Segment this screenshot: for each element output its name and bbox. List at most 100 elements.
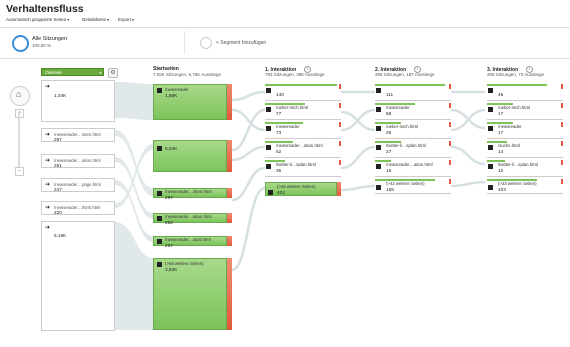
source-value: 251: [54, 163, 62, 168]
node-label: /suche.html: [498, 143, 520, 148]
node-label: (>33 weitere Seiten): [498, 181, 537, 186]
exit-bar: [561, 103, 563, 108]
node-value: 17: [498, 111, 504, 116]
interaction-1-node[interactable]: /newsreader…ation.html 52: [265, 141, 341, 158]
exit-bar: [561, 84, 563, 89]
interaction-3-node[interactable]: 46: [487, 84, 563, 101]
node-value: 252: [165, 220, 173, 225]
source-node[interactable]: ➔/newsreader…ation.html 251: [41, 154, 115, 168]
start-pages-sub: 7,55K Sitzungen, 6,76K Ausstiege: [153, 72, 222, 77]
page-icon: [488, 185, 493, 190]
exit-bar: [339, 160, 341, 165]
exit-bar: [449, 141, 451, 146]
node-label: /newsreader: [276, 124, 300, 129]
node-traffic-bar: [487, 84, 547, 86]
node-value: 297: [165, 195, 173, 200]
node-value: 16: [386, 168, 392, 173]
node-value: 111: [386, 92, 394, 97]
node-label: /newsreader: [386, 105, 410, 110]
flow-start-3-to-i1-5: [231, 166, 266, 202]
start-node[interactable]: /newsreader…start.html 257: [153, 236, 227, 248]
interaction-3-sub: 208 Sitzungen, 73 Ausstiege: [487, 72, 545, 77]
node-value: 5,04K: [165, 146, 178, 151]
exit-bar[interactable]: [227, 188, 232, 198]
exit-bar: [561, 160, 563, 165]
page-icon: [157, 191, 162, 196]
exit-bar[interactable]: [227, 84, 232, 120]
interaction-1-node[interactable]: (>45 weitere Seiten) 402: [265, 182, 337, 196]
page-icon: [376, 88, 381, 93]
interaction-3-node[interactable]: /ueber-mich.html 17: [487, 103, 563, 120]
page-icon: [376, 126, 381, 131]
page-icon: [266, 164, 271, 169]
entry-arrow-icon: ➔: [45, 84, 51, 90]
exit-bar: [339, 141, 341, 146]
start-node[interactable]: /newsreader…ation.html 252: [153, 213, 227, 225]
interaction-3-node[interactable]: /twitter-li…splan.html 12: [487, 160, 563, 177]
start-node[interactable]: /newsreader…inten.html 297: [153, 188, 227, 200]
node-value: 26: [386, 130, 392, 135]
node-value: 14: [498, 149, 504, 154]
node-value: 27: [386, 149, 392, 154]
interaction-1-node[interactable]: 140: [265, 84, 341, 101]
interaction-1-node[interactable]: /twitter-li…splan.html 36: [265, 160, 341, 177]
node-value: 73: [276, 130, 282, 135]
interaction-3-node[interactable]: (>33 weitere Seiten) 103: [487, 179, 563, 194]
node-label: /newsreader…start.html: [165, 237, 211, 242]
source-node[interactable]: ➔ 1,34K: [41, 80, 115, 122]
flow-source-1: [115, 82, 153, 120]
source-node[interactable]: ➔/newsreader…inten.html 297: [41, 128, 115, 142]
node-label: /newsreader…ation.html: [386, 162, 433, 167]
interaction-2-node[interactable]: /ueber-mich.html 26: [375, 122, 451, 139]
interaction-2-node[interactable]: /twitter-li…splan.html 27: [375, 141, 451, 158]
node-value: 46: [498, 92, 504, 97]
page-icon: [376, 145, 381, 150]
flow-i1-6-to-i2-6: [340, 184, 376, 192]
node-label: /newsreader…ation.html: [165, 214, 212, 219]
node-label: /ueber-mich.html: [276, 105, 308, 110]
source-node[interactable]: ➔/newsreader…page.html 247: [41, 178, 115, 192]
exit-bar[interactable]: [227, 258, 232, 330]
interaction-2-node[interactable]: /newsreader…ation.html 16: [375, 160, 451, 177]
interaction-2-node[interactable]: /newsreader 58: [375, 103, 451, 120]
source-value: 247: [54, 187, 62, 192]
source-node[interactable]: ➔ 5,19K: [41, 221, 115, 331]
interaction-3-node[interactable]: /suche.html 14: [487, 141, 563, 158]
page-icon: [488, 164, 493, 169]
exit-bar: [339, 84, 341, 89]
page-icon: [266, 88, 271, 93]
page-icon: [266, 107, 271, 112]
node-value: 155: [386, 187, 394, 192]
start-node[interactable]: /newsreader 1,88K: [153, 84, 227, 120]
node-label: /twitter-li…splan.html: [386, 143, 426, 148]
exit-bar[interactable]: [227, 140, 232, 172]
exit-bar: [339, 103, 341, 108]
exit-bar[interactable]: [227, 213, 232, 223]
interaction-1-node[interactable]: /newsreader 73: [265, 122, 341, 139]
node-value: 257: [165, 243, 173, 248]
page-icon: [157, 216, 162, 221]
start-node[interactable]: (>58 weitere Seiten) 3,52K: [153, 258, 227, 330]
node-value: 1,88K: [165, 93, 178, 98]
exit-bar[interactable]: [337, 182, 341, 196]
interaction-1-node[interactable]: /ueber-mich.html 77: [265, 103, 341, 120]
node-label: /newsreader…ation.html: [276, 143, 323, 148]
node-label: /twitter-li…splan.html: [498, 162, 538, 167]
interaction-2-sub: 395 Sitzungen, 187 Ausstiege: [375, 72, 435, 77]
interaction-1-sub: 793 Sitzungen, 396 Ausstiege: [265, 72, 325, 77]
exit-bar[interactable]: [227, 236, 232, 246]
interaction-3-node[interactable]: /newsreader 17: [487, 122, 563, 139]
node-label: (>58 weitere Seiten): [165, 261, 204, 266]
node-value: 52: [276, 149, 282, 154]
flow-start-1-to-i1-1: [231, 90, 266, 102]
source-node[interactable]: ➔/newsreader…think.html 220: [41, 201, 115, 215]
exit-bar: [339, 122, 341, 127]
exit-bar: [449, 84, 451, 89]
page-icon: [488, 88, 493, 93]
interaction-2-node[interactable]: 111: [375, 84, 451, 101]
entry-arrow-icon: ➔: [45, 205, 51, 211]
node-value: 402: [277, 190, 285, 195]
interaction-2-node[interactable]: (>42 weitere Seiten) 155: [375, 179, 451, 194]
entry-arrow-icon: ➔: [45, 132, 51, 138]
start-node[interactable]: 5,04K: [153, 140, 227, 172]
